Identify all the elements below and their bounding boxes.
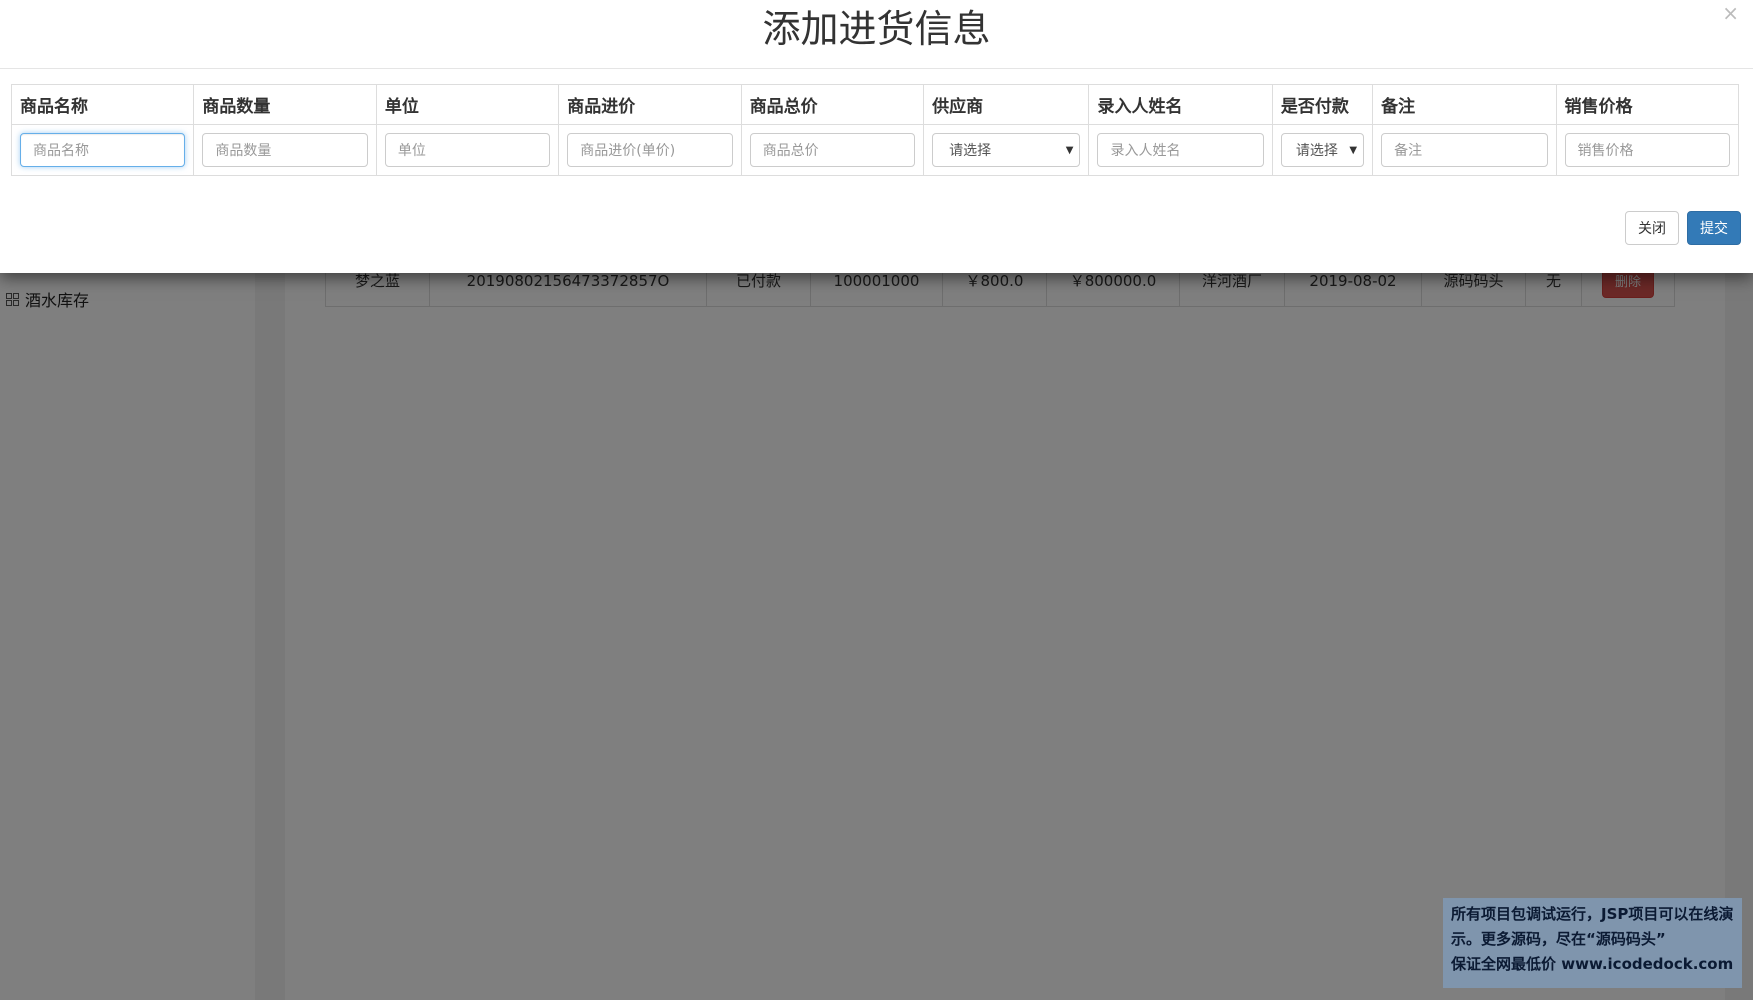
modal-header: 添加进货信息 × <box>0 0 1753 69</box>
form-input-row: 商品名称 商品数量 单位 商品进价(单价) 商品总价 请选择 ▼ 录入人姓名 请… <box>10 124 1740 176</box>
close-icon[interactable]: × <box>1722 2 1739 24</box>
modal-footer: 关闭 提交 <box>1625 211 1741 245</box>
form-header-row: 商品名称 商品数量 单位 商品进价 商品总价 供应商 录入人姓名 是否付款 备注… <box>10 84 1740 125</box>
column-header: 是否付款 <box>1271 84 1374 125</box>
watermark-line: 示。更多源码，尽在“源码码头” <box>1451 930 1666 948</box>
form-cell: 请选择 ▼ <box>1271 124 1374 176</box>
product-quantity-input[interactable]: 商品数量 <box>202 133 368 167</box>
unit-input[interactable]: 单位 <box>384 133 551 167</box>
watermark-line: 所有项目包调试运行，JSP项目可以在线演 <box>1451 905 1734 923</box>
caret-down-icon: ▼ <box>1349 144 1358 156</box>
form-cell: 商品名称 <box>10 124 195 176</box>
watermark-banner: 所有项目包调试运行，JSP项目可以在线演 示。更多源码，尽在“源码码头” 保证全… <box>1443 898 1742 988</box>
form-cell: 商品进价(单价) <box>558 124 742 176</box>
form-cell: 商品总价 <box>740 124 925 176</box>
column-header: 单位 <box>375 84 560 125</box>
close-button[interactable]: 关闭 <box>1625 211 1679 245</box>
modal-title: 添加进货信息 <box>762 7 991 51</box>
supplier-select[interactable]: 请选择 ▼ <box>932 133 1081 167</box>
form-cell: 备注 <box>1372 124 1557 176</box>
paid-select[interactable]: 请选择 ▼ <box>1280 133 1365 167</box>
column-header: 商品总价 <box>740 84 925 125</box>
column-header: 供应商 <box>923 84 1090 125</box>
sale-price-input[interactable]: 销售价格 <box>1564 133 1730 167</box>
form-cell: 销售价格 <box>1555 124 1740 176</box>
column-header: 录入人姓名 <box>1088 84 1273 125</box>
caret-down-icon: ▼ <box>1065 144 1074 156</box>
form-cell: 单位 <box>375 124 560 176</box>
purchase-form-table: 商品名称 商品数量 单位 商品进价 商品总价 供应商 录入人姓名 是否付款 备注… <box>10 84 1740 176</box>
recorder-name-input[interactable]: 录入人姓名 <box>1097 133 1264 167</box>
add-purchase-modal: 添加进货信息 × 商品名称 商品数量 单位 商品进价 商品总价 供应商 录入人姓… <box>0 0 1753 273</box>
column-header: 备注 <box>1372 84 1557 125</box>
form-cell: 请选择 ▼ <box>923 124 1090 176</box>
paid-select-value: 请选择 <box>1295 143 1338 159</box>
supplier-select-value: 请选择 <box>949 143 992 159</box>
form-cell: 商品数量 <box>193 124 377 176</box>
column-header: 商品数量 <box>193 84 377 125</box>
remark-input[interactable]: 备注 <box>1381 133 1548 167</box>
form-cell: 录入人姓名 <box>1088 124 1273 176</box>
column-header: 销售价格 <box>1555 84 1740 125</box>
product-name-input[interactable]: 商品名称 <box>20 133 186 167</box>
watermark-line: 保证全网最低价 www.icodedock.com <box>1451 955 1734 973</box>
column-header: 商品进价 <box>558 84 742 125</box>
total-price-input[interactable]: 商品总价 <box>749 133 916 167</box>
column-header: 商品名称 <box>10 84 195 125</box>
purchase-price-input[interactable]: 商品进价(单价) <box>567 133 733 167</box>
submit-button[interactable]: 提交 <box>1687 211 1741 245</box>
